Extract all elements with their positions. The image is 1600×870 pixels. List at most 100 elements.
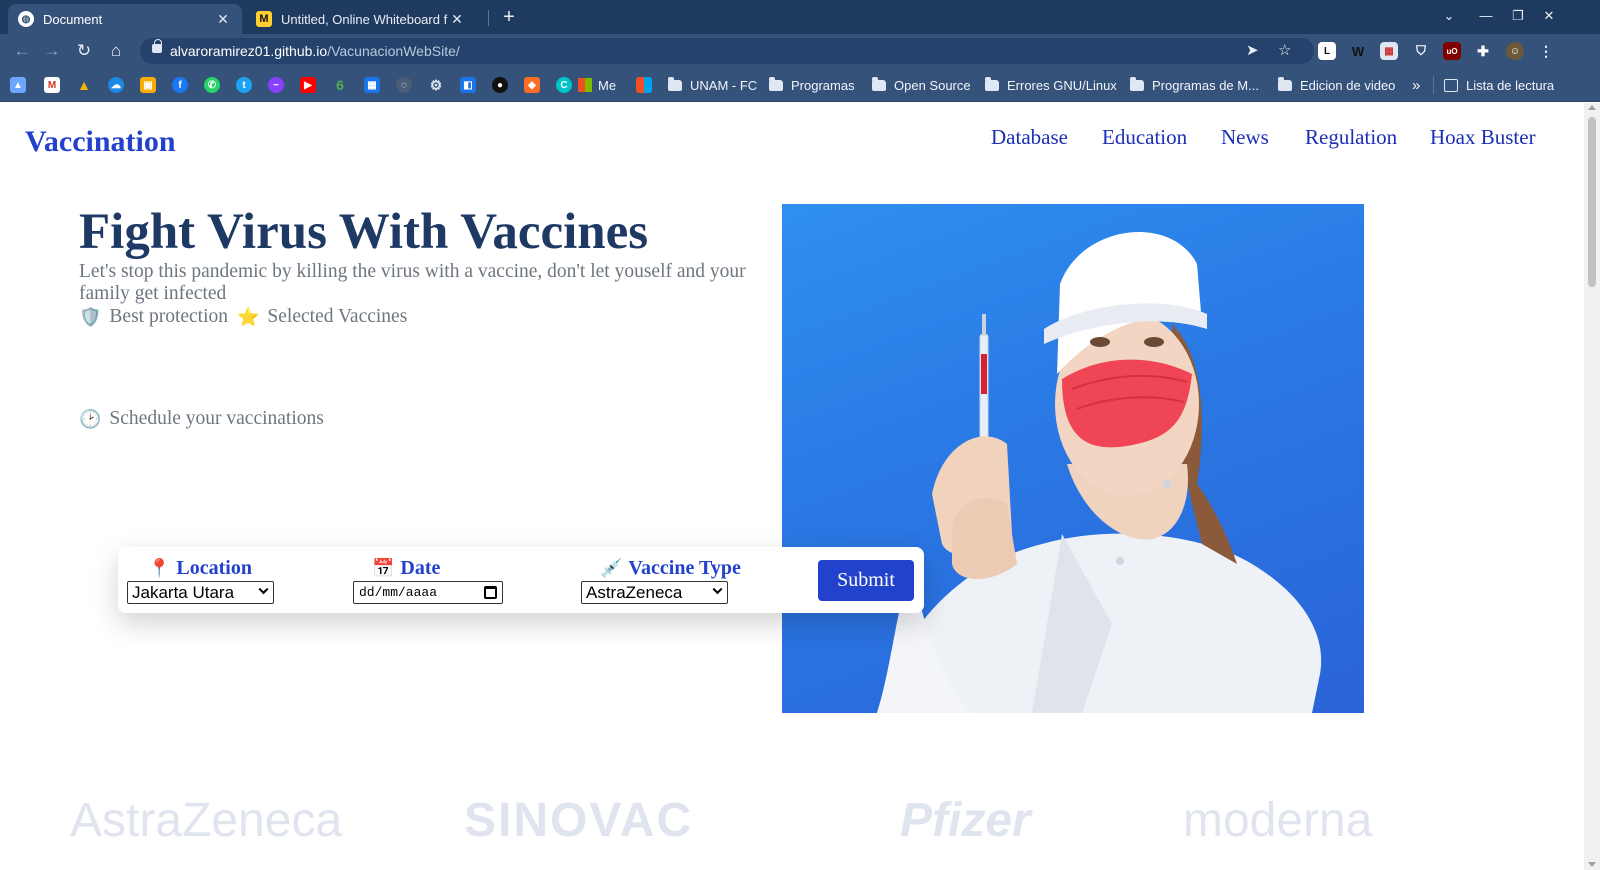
nav-regulation[interactable]: Regulation	[1305, 125, 1397, 150]
page-viewport: Vaccination Database Education News Regu…	[0, 103, 1600, 870]
bookmark-folder-edicion-video[interactable]: Edicion de video	[1278, 76, 1395, 94]
folder-icon	[1278, 76, 1292, 91]
nav-education[interactable]: Education	[1102, 125, 1187, 150]
twitter-icon[interactable]: t	[236, 77, 252, 93]
miro-icon: M	[256, 11, 272, 27]
github-icon[interactable]: ●	[492, 77, 508, 93]
nav-database[interactable]: Database	[991, 125, 1068, 150]
gitlab-icon[interactable]: ◆	[524, 77, 540, 93]
google-photos-icon[interactable]: ▣	[140, 77, 156, 93]
ublock-icon[interactable]: uO	[1443, 42, 1461, 60]
scroll-up-icon[interactable]	[1588, 105, 1596, 110]
feature-selected-vaccines: ⭐ Selected Vaccines	[237, 306, 408, 327]
pin-icon: 📍	[148, 558, 171, 578]
folder-icon	[985, 76, 999, 91]
classroom-icon[interactable]: ◧	[460, 77, 476, 93]
folder-icon	[668, 76, 682, 91]
shield-extension-icon[interactable]: ⛉	[1412, 42, 1430, 60]
chevron-down-icon	[712, 584, 723, 595]
vaccine-type-label: 💉 Vaccine Type	[600, 557, 741, 579]
schedule-text: 🕑 Schedule your vaccinations	[79, 408, 324, 429]
gmail-icon[interactable]: M	[44, 77, 60, 93]
new-tab-button[interactable]: +	[498, 6, 520, 28]
calendar-icon[interactable]: ▦	[364, 77, 380, 93]
send-icon[interactable]: ➤	[1246, 41, 1259, 59]
home-icon[interactable]: ⌂	[104, 40, 128, 62]
canva-icon[interactable]: C	[556, 77, 572, 93]
facebook-icon[interactable]: f	[172, 77, 188, 93]
location-label: 📍 Location	[148, 557, 252, 579]
browser-toolbar: ← → ↻ ⌂ alvaroramirez01.github.io/Vacuna…	[0, 34, 1600, 68]
nurse-photo	[782, 204, 1364, 713]
site-logo[interactable]: Vaccination	[25, 125, 176, 159]
submit-button[interactable]: Submit	[818, 560, 914, 601]
close-icon[interactable]: ✕	[448, 11, 466, 28]
tab-document[interactable]: ◍ Document ✕	[8, 4, 242, 34]
tab-title: Untitled, Online Whiteboard f	[281, 11, 448, 27]
date-input[interactable]: dd/mm/aaaa	[353, 581, 503, 604]
close-icon[interactable]: ✕	[214, 11, 232, 28]
youtube-icon[interactable]: ▶	[300, 77, 316, 93]
window-close-icon[interactable]: ✕	[1539, 8, 1559, 24]
star-icon: ⭐	[237, 306, 260, 327]
reading-list-icon	[1444, 78, 1458, 92]
chevron-down-icon	[258, 584, 269, 595]
lock-icon[interactable]	[152, 39, 162, 53]
page-scrollbar[interactable]	[1584, 103, 1600, 870]
sinovac-logo: SINOVAC	[464, 794, 694, 847]
bookmarks-bar: ▲ M ▲ ☁ ▣ f ✆ t ~ ▶ 6 ▦ ◌ ⚙ ◧ ● ◆ C Me U…	[0, 68, 1600, 102]
calendar-icon: 📅	[372, 558, 395, 578]
globe-icon: ◍	[18, 11, 34, 27]
extension-reader-icon[interactable]: L	[1318, 42, 1336, 60]
scroll-down-icon[interactable]	[1588, 862, 1596, 867]
circle-app-icon[interactable]: ◌	[396, 77, 412, 93]
nav-hoax-buster[interactable]: Hoax Buster	[1430, 125, 1536, 150]
astrazeneca-logo: AstraZeneca	[70, 794, 343, 847]
forward-icon[interactable]: →	[40, 40, 64, 62]
bookmark-me[interactable]: Me	[578, 76, 616, 94]
date-label: 📅 Date	[372, 557, 441, 579]
extension-flag-icon[interactable]: ▦	[1380, 42, 1398, 60]
vaccine-type-select[interactable]: AstraZeneca	[581, 581, 728, 604]
bookmark-folder-programas-de-m[interactable]: Programas de M...	[1130, 76, 1259, 94]
reload-icon[interactable]: ↻	[72, 40, 96, 62]
bookmark-star-icon[interactable]: ☆	[1278, 41, 1291, 59]
location-select[interactable]: Jakarta Utara	[127, 581, 274, 604]
tab-search-chevron-icon[interactable]: ⌄	[1439, 8, 1459, 24]
back-icon[interactable]: ←	[10, 40, 34, 62]
tab-whiteboard[interactable]: M Untitled, Online Whiteboard f ✕	[246, 4, 476, 34]
reading-list-button[interactable]: Lista de lectura	[1444, 76, 1554, 94]
url-text[interactable]: alvaroramirez01.github.io/VacunacionWebS…	[170, 43, 460, 59]
microsoft-icon[interactable]	[636, 77, 652, 93]
profile-avatar[interactable]: ☺	[1506, 42, 1524, 60]
google-drive-icon[interactable]: ▲	[76, 77, 92, 93]
onedrive-icon[interactable]: ☁	[108, 77, 124, 93]
shield-icon: 🛡️	[79, 306, 102, 327]
menu-kebab-icon[interactable]: ⋮	[1537, 42, 1555, 60]
tab-title: Document	[43, 11, 103, 27]
bookmark-folder-unam[interactable]: UNAM - FC	[668, 76, 757, 94]
restore-icon[interactable]: ❐	[1508, 8, 1528, 24]
extension-w-icon[interactable]: W	[1349, 42, 1367, 60]
syringe-icon: 💉	[600, 558, 623, 578]
scrollbar-thumb[interactable]	[1588, 117, 1596, 287]
bookmark-folder-programas[interactable]: Programas	[769, 76, 855, 94]
feature-best-protection: 🛡️ Best protection	[79, 306, 229, 327]
nav-news[interactable]: News	[1221, 125, 1269, 150]
minimize-icon[interactable]: —	[1476, 8, 1496, 23]
whatsapp-icon[interactable]: ✆	[204, 77, 220, 93]
extensions-puzzle-icon[interactable]: ✚	[1474, 42, 1492, 60]
messenger-icon[interactable]: ~	[268, 77, 284, 93]
graduation-cap-icon[interactable]: ▲	[10, 77, 26, 93]
address-bar[interactable]: alvaroramirez01.github.io/VacunacionWebS…	[140, 38, 1314, 64]
green-app-icon[interactable]: 6	[332, 77, 348, 93]
bookmarks-overflow-button[interactable]: »	[1412, 76, 1420, 94]
pfizer-logo: Pfizer	[900, 794, 1031, 847]
bookmark-folder-errores[interactable]: Errores GNU/Linux	[985, 76, 1117, 94]
nurse-illustration	[877, 231, 1322, 713]
folder-icon	[1130, 76, 1144, 91]
hero-subtitle: Let's stop this pandemic by killing the …	[79, 261, 746, 304]
gear-icon[interactable]: ⚙	[428, 77, 444, 93]
bookmark-folder-open-source[interactable]: Open Source	[872, 76, 971, 94]
calendar-picker-icon[interactable]	[484, 586, 497, 599]
